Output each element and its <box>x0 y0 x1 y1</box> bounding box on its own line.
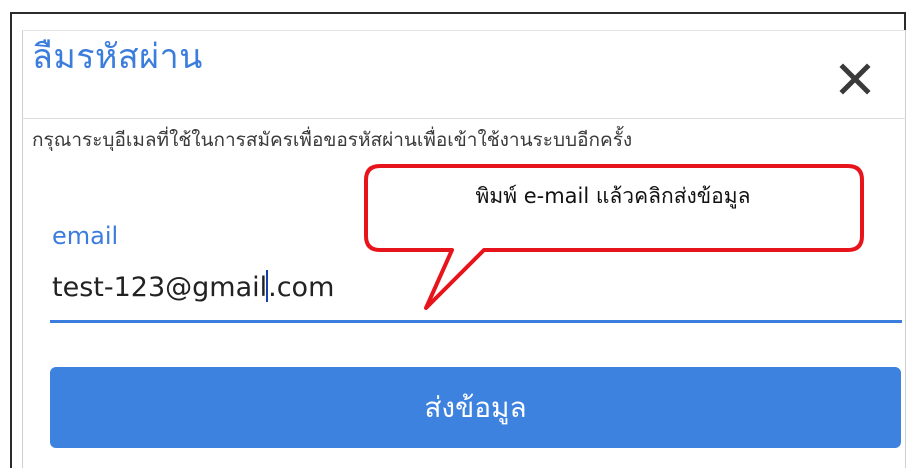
callout-bubble <box>364 164 864 310</box>
callout-text: พิมพ์ e-mail แล้วคลิกส่งข้อมูล <box>475 184 751 208</box>
